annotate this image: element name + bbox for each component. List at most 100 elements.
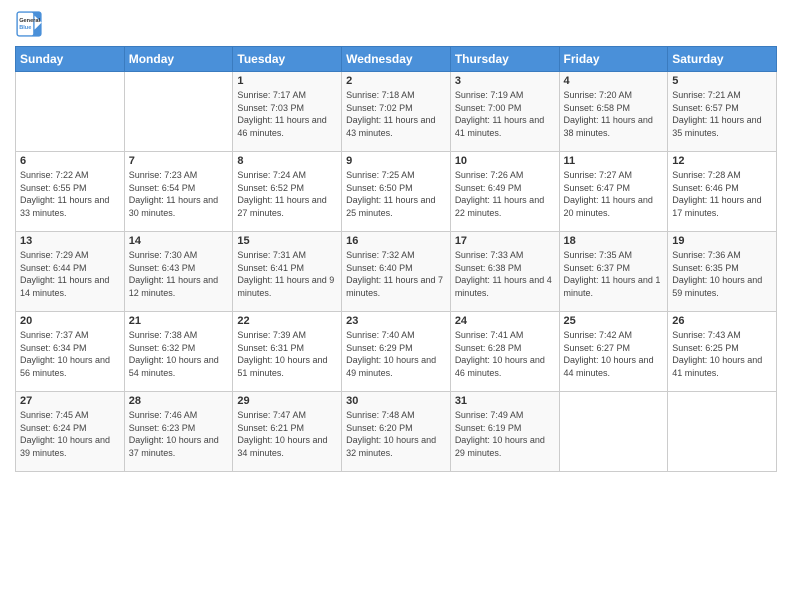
day-number: 26 <box>672 315 772 327</box>
day-number: 22 <box>237 315 337 327</box>
col-saturday: Saturday <box>668 47 777 72</box>
col-tuesday: Tuesday <box>233 47 342 72</box>
day-number: 25 <box>564 315 664 327</box>
logo: General Blue <box>15 10 43 38</box>
day-cell: 9 Sunrise: 7:25 AM Sunset: 6:50 PM Daylig… <box>342 152 451 232</box>
day-number: 29 <box>237 395 337 407</box>
day-cell: 4 Sunrise: 7:20 AM Sunset: 6:58 PM Daylig… <box>559 72 668 152</box>
day-info: Sunrise: 7:20 AM Sunset: 6:58 PM Dayligh… <box>564 89 664 139</box>
day-cell <box>559 392 668 472</box>
day-cell: 10 Sunrise: 7:26 AM Sunset: 6:49 PM Dayli… <box>450 152 559 232</box>
day-number: 9 <box>346 155 446 167</box>
day-cell: 22 Sunrise: 7:39 AM Sunset: 6:31 PM Dayli… <box>233 312 342 392</box>
day-number: 14 <box>129 235 229 247</box>
day-cell: 25 Sunrise: 7:42 AM Sunset: 6:27 PM Dayli… <box>559 312 668 392</box>
day-cell: 20 Sunrise: 7:37 AM Sunset: 6:34 PM Dayli… <box>16 312 125 392</box>
day-cell: 27 Sunrise: 7:45 AM Sunset: 6:24 PM Dayli… <box>16 392 125 472</box>
day-info: Sunrise: 7:31 AM Sunset: 6:41 PM Dayligh… <box>237 249 337 299</box>
col-thursday: Thursday <box>450 47 559 72</box>
day-number: 8 <box>237 155 337 167</box>
day-number: 24 <box>455 315 555 327</box>
day-number: 13 <box>20 235 120 247</box>
day-cell: 13 Sunrise: 7:29 AM Sunset: 6:44 PM Dayli… <box>16 232 125 312</box>
week-row-2: 6Sunrise: 7:22 AM Sunset: 6:55 PM Daylig… <box>16 152 777 232</box>
day-number: 28 <box>129 395 229 407</box>
day-number: 23 <box>346 315 446 327</box>
day-number: 5 <box>672 75 772 87</box>
day-info: Sunrise: 7:17 AM Sunset: 7:03 PM Dayligh… <box>237 89 337 139</box>
day-number: 7 <box>129 155 229 167</box>
day-cell: 17Sunrise: 7:33 AM Sunset: 6:38 PM Dayli… <box>450 232 559 312</box>
col-wednesday: Wednesday <box>342 47 451 72</box>
day-info: Sunrise: 7:41 AM Sunset: 6:28 PM Dayligh… <box>455 329 555 379</box>
day-info: Sunrise: 7:25 AM Sunset: 6:50 PM Dayligh… <box>346 169 446 219</box>
day-info: Sunrise: 7:46 AM Sunset: 6:23 PM Dayligh… <box>129 409 229 459</box>
day-cell: 12 Sunrise: 7:28 AM Sunset: 6:46 PM Dayli… <box>668 152 777 232</box>
day-cell: 21Sunrise: 7:38 AM Sunset: 6:32 PM Dayli… <box>124 312 233 392</box>
col-sunday: Sunday <box>16 47 125 72</box>
day-info: Sunrise: 7:42 AM Sunset: 6:27 PM Dayligh… <box>564 329 664 379</box>
day-info: Sunrise: 7:43 AM Sunset: 6:25 PM Dayligh… <box>672 329 772 379</box>
day-cell: 19 Sunrise: 7:36 AM Sunset: 6:35 PM Dayli… <box>668 232 777 312</box>
calendar-table: Sunday Monday Tuesday Wednesday Thursday… <box>15 46 777 472</box>
day-cell: 15 Sunrise: 7:31 AM Sunset: 6:41 PM Dayli… <box>233 232 342 312</box>
day-number: 11 <box>564 155 664 167</box>
day-info: Sunrise: 7:36 AM Sunset: 6:35 PM Dayligh… <box>672 249 772 299</box>
day-number: 21 <box>129 315 229 327</box>
day-info: Sunrise: 7:24 AM Sunset: 6:52 PM Dayligh… <box>237 169 337 219</box>
week-row-5: 27 Sunrise: 7:45 AM Sunset: 6:24 PM Dayli… <box>16 392 777 472</box>
week-row-1: 1Sunrise: 7:17 AM Sunset: 7:03 PM Daylig… <box>16 72 777 152</box>
day-info: Sunrise: 7:30 AM Sunset: 6:43 PM Dayligh… <box>129 249 229 299</box>
day-number: 15 <box>237 235 337 247</box>
day-info: Sunrise: 7:23 AM Sunset: 6:54 PM Dayligh… <box>129 169 229 219</box>
day-cell: 8 Sunrise: 7:24 AM Sunset: 6:52 PM Daylig… <box>233 152 342 232</box>
day-info: Sunrise: 7:35 AM Sunset: 6:37 PM Dayligh… <box>564 249 664 299</box>
day-number: 31 <box>455 395 555 407</box>
day-info: Sunrise: 7:32 AM Sunset: 6:40 PM Dayligh… <box>346 249 446 299</box>
day-info: Sunrise: 7:27 AM Sunset: 6:47 PM Dayligh… <box>564 169 664 219</box>
day-info: Sunrise: 7:37 AM Sunset: 6:34 PM Dayligh… <box>20 329 120 379</box>
day-cell: 6Sunrise: 7:22 AM Sunset: 6:55 PM Daylig… <box>16 152 125 232</box>
svg-text:General: General <box>19 18 40 24</box>
day-info: Sunrise: 7:45 AM Sunset: 6:24 PM Dayligh… <box>20 409 120 459</box>
day-cell: 5 Sunrise: 7:21 AM Sunset: 6:57 PM Daylig… <box>668 72 777 152</box>
col-friday: Friday <box>559 47 668 72</box>
day-info: Sunrise: 7:49 AM Sunset: 6:19 PM Dayligh… <box>455 409 555 459</box>
day-cell: 31 Sunrise: 7:49 AM Sunset: 6:19 PM Dayli… <box>450 392 559 472</box>
day-info: Sunrise: 7:26 AM Sunset: 6:49 PM Dayligh… <box>455 169 555 219</box>
day-number: 20 <box>20 315 120 327</box>
logo-icon: General Blue <box>15 10 43 38</box>
day-info: Sunrise: 7:39 AM Sunset: 6:31 PM Dayligh… <box>237 329 337 379</box>
day-info: Sunrise: 7:33 AM Sunset: 6:38 PM Dayligh… <box>455 249 555 299</box>
day-cell: 1Sunrise: 7:17 AM Sunset: 7:03 PM Daylig… <box>233 72 342 152</box>
day-info: Sunrise: 7:28 AM Sunset: 6:46 PM Dayligh… <box>672 169 772 219</box>
day-info: Sunrise: 7:47 AM Sunset: 6:21 PM Dayligh… <box>237 409 337 459</box>
week-row-3: 13 Sunrise: 7:29 AM Sunset: 6:44 PM Dayli… <box>16 232 777 312</box>
day-cell: 18Sunrise: 7:35 AM Sunset: 6:37 PM Dayli… <box>559 232 668 312</box>
day-number: 4 <box>564 75 664 87</box>
day-cell <box>124 72 233 152</box>
day-number: 6 <box>20 155 120 167</box>
header-row: Sunday Monday Tuesday Wednesday Thursday… <box>16 47 777 72</box>
header: General Blue <box>15 10 777 38</box>
page: General Blue Sunday Monday Tuesday Wedne… <box>0 0 792 612</box>
day-info: Sunrise: 7:18 AM Sunset: 7:02 PM Dayligh… <box>346 89 446 139</box>
day-number: 16 <box>346 235 446 247</box>
day-info: Sunrise: 7:21 AM Sunset: 6:57 PM Dayligh… <box>672 89 772 139</box>
day-number: 10 <box>455 155 555 167</box>
day-cell: 23Sunrise: 7:40 AM Sunset: 6:29 PM Dayli… <box>342 312 451 392</box>
day-cell: 28 Sunrise: 7:46 AM Sunset: 6:23 PM Dayli… <box>124 392 233 472</box>
day-cell: 29 Sunrise: 7:47 AM Sunset: 6:21 PM Dayli… <box>233 392 342 472</box>
day-number: 19 <box>672 235 772 247</box>
day-cell: 16 Sunrise: 7:32 AM Sunset: 6:40 PM Dayli… <box>342 232 451 312</box>
week-row-4: 20 Sunrise: 7:37 AM Sunset: 6:34 PM Dayli… <box>16 312 777 392</box>
day-cell: 7 Sunrise: 7:23 AM Sunset: 6:54 PM Daylig… <box>124 152 233 232</box>
day-cell: 24 Sunrise: 7:41 AM Sunset: 6:28 PM Dayli… <box>450 312 559 392</box>
col-monday: Monday <box>124 47 233 72</box>
day-info: Sunrise: 7:29 AM Sunset: 6:44 PM Dayligh… <box>20 249 120 299</box>
day-number: 27 <box>20 395 120 407</box>
day-cell: 2 Sunrise: 7:18 AM Sunset: 7:02 PM Daylig… <box>342 72 451 152</box>
day-number: 12 <box>672 155 772 167</box>
day-number: 2 <box>346 75 446 87</box>
day-cell: 3Sunrise: 7:19 AM Sunset: 7:00 PM Daylig… <box>450 72 559 152</box>
